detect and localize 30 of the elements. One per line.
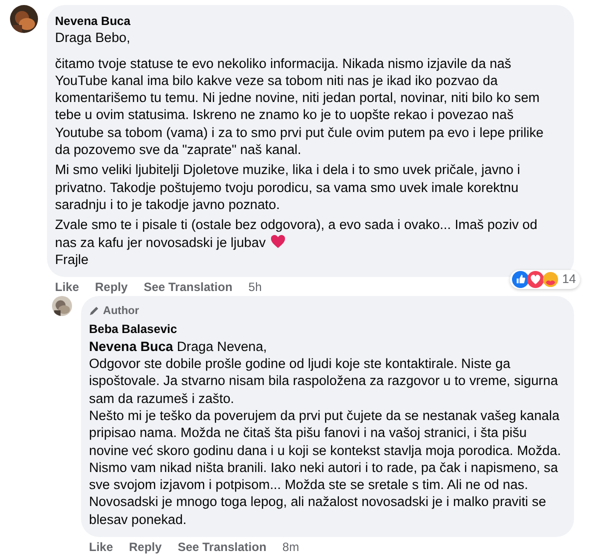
action-link[interactable]: Reply xyxy=(95,280,128,294)
action-link[interactable]: Reply xyxy=(129,540,162,554)
author-name[interactable]: Beba Balasevic xyxy=(89,321,178,338)
comment-text: Mi smo veliki ljubitelji Djoletove muzike, lika i dela i to smo uvek pričale, javno i privatno. Takodje poštujemo tvoju porodicu, sa vama smo uvek imale korektnu saradnju i to je takodje javno poznato. xyxy=(55,162,520,212)
reaction-count[interactable]: 14 xyxy=(510,270,580,290)
timestamp: 5h xyxy=(248,280,262,294)
avatar xyxy=(10,5,38,33)
comment-text: Draga Bebo, xyxy=(55,30,130,46)
comment-text: Frajle xyxy=(55,252,88,267)
author-label: Author xyxy=(103,304,140,318)
avatar xyxy=(52,296,72,316)
reaction-number: 14 xyxy=(562,270,576,288)
comment-text: Nismo vam nikad ništa branili. Iako neki autori i to rade, pa čak i napismeno, sa sve svojom izjavom i potpisom... Možda ste se sretale s tim. Ali ne od nas. xyxy=(89,460,558,492)
heart-reaction-icon xyxy=(527,271,544,288)
author-name[interactable]: Nevena Buca xyxy=(55,13,130,29)
action-link[interactable]: Like xyxy=(89,540,114,554)
pencil-icon xyxy=(89,305,100,316)
comment-text: čitamo tvoje statuse te evo nekoliko informacija. Nikada nismo izjavile da naš YouTube kanal ima bilo kakve veze sa tobom niti nas je ikad iko pozvao da komentarišemo tu temu. Ni jedne novine, niti jedan portal, novinar, niti bilo ko sem tebe u ovim statusima. Iskreno ne znamo ko je to uopšte rekao i povezao naš Youtube sa tobom (vama) i za to smo prvi put čule ovim putem pa evo i lepe prilike da pozovemo sve da "zaprate" naš kanal. xyxy=(55,56,544,158)
comment-text: Nevena Buca Draga Nevena, xyxy=(89,338,267,354)
comment-text: Odgovor ste dobile prošle godine od ljudi koje ste kontaktirale. Niste ga ispoštovale. Ja stvarno nisam bila raspoložena za razgovor u to vreme, sigurna sam da razumeš i zašto. xyxy=(89,356,558,406)
comment-text: Nešto mi je teško da poverujem da prvi put čujete da se nestanak vašeg kanala pripisao nama. Možda ne čitaš šta pišu fanovi i na vašoj stranici, i šta pišu novine već skoro godinu dana i u koji se kontekst stavlja moja porodica. Možda. xyxy=(89,408,561,458)
action-link[interactable]: Like xyxy=(55,280,80,294)
comment-text: nas za kafu jer novosadski je ljubav xyxy=(55,234,266,250)
comment-text: Zvale smo te i pisale ti (ostale bez odgovora), a evo sada i ovako... Imaš poziv od xyxy=(55,217,538,232)
timestamp: 8m xyxy=(282,540,300,554)
comment-text: Novosadski je mnogo toga lepog, ali nažalost novosadski je i malko praviti se blesav ponekad. xyxy=(89,494,546,527)
like-icon xyxy=(512,271,530,288)
care-reaction-icon xyxy=(542,271,560,288)
action-link[interactable]: See Translation xyxy=(144,280,232,294)
action-link[interactable]: See Translation xyxy=(178,540,266,554)
